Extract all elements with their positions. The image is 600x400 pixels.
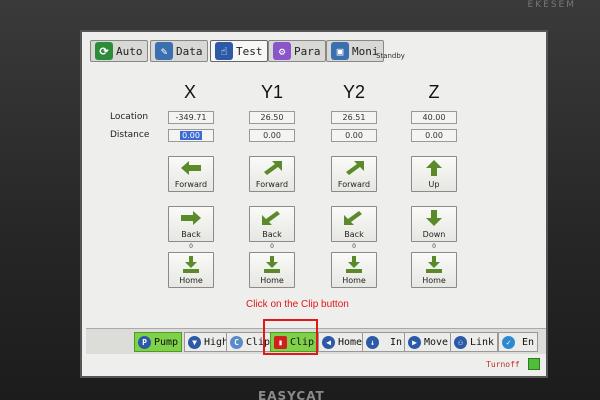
arrow-down-left-icon bbox=[262, 211, 280, 225]
home-arrow-icon: ◀ bbox=[322, 335, 335, 349]
z-down-button[interactable]: Down bbox=[411, 206, 457, 242]
zero-label-y1: 0 bbox=[270, 243, 274, 250]
tab-label: Moni bbox=[352, 44, 379, 58]
axis-header-x: X bbox=[183, 82, 196, 102]
clip-icon: C bbox=[230, 335, 243, 349]
home-down-icon bbox=[183, 256, 199, 273]
distance-field-y2[interactable]: 0.00 bbox=[331, 129, 377, 142]
arrow-left-icon bbox=[181, 161, 201, 175]
tab-label: Test bbox=[236, 44, 263, 58]
location-field-y1: 26.50 bbox=[249, 111, 295, 124]
pin-icon: ▼ bbox=[188, 335, 201, 349]
y2-forward-button[interactable]: Forward bbox=[331, 156, 377, 192]
distance-field-z[interactable]: 0.00 bbox=[411, 129, 457, 142]
home-button[interactable]: ◀ Home bbox=[318, 332, 367, 352]
distance-field-x[interactable]: 0.00 bbox=[168, 129, 214, 142]
location-field-x: -349.71 bbox=[168, 111, 214, 124]
annotation-highlight-box bbox=[263, 319, 318, 355]
zero-label-x: 0 bbox=[189, 243, 193, 250]
enable-button[interactable]: ✓ En bbox=[498, 332, 539, 352]
y1-back-button[interactable]: Back bbox=[249, 206, 295, 242]
home-down-icon bbox=[264, 256, 280, 273]
home-down-icon bbox=[426, 256, 442, 273]
link-icon: ⚇ bbox=[454, 335, 467, 349]
location-label: Location bbox=[110, 112, 149, 122]
y2-home-button[interactable]: Home bbox=[331, 252, 377, 288]
status-text: Standby bbox=[376, 52, 405, 60]
hand-icon: ☝ bbox=[215, 42, 233, 60]
y2-back-button[interactable]: Back bbox=[331, 206, 377, 242]
tab-test[interactable]: ☝ Test bbox=[210, 40, 268, 62]
move-button[interactable]: ▶ Move bbox=[404, 332, 453, 352]
pump-button[interactable]: P Pump bbox=[134, 332, 183, 352]
tab-bar: ⟳ Auto ✎ Data ☝ Test ⚙ Para ▣ Moni Stand… bbox=[90, 38, 542, 64]
home-down-icon bbox=[346, 256, 362, 273]
distance-label: Distance bbox=[110, 130, 150, 140]
arrow-right-icon bbox=[181, 211, 201, 225]
tab-label: Data bbox=[176, 44, 203, 58]
high-button[interactable]: ▼ High bbox=[184, 332, 233, 352]
zero-label-z: 0 bbox=[432, 243, 436, 250]
turnoff-label: Turnoff bbox=[486, 360, 520, 369]
arrow-up-right-icon bbox=[346, 161, 364, 175]
brand-logo-bottom: EASYCAT bbox=[258, 389, 325, 400]
location-field-z: 40.00 bbox=[411, 111, 457, 124]
para-icon: ⚙ bbox=[273, 42, 291, 60]
x-back-button[interactable]: Back bbox=[168, 206, 214, 242]
tab-para[interactable]: ⚙ Para bbox=[268, 40, 326, 62]
auto-icon: ⟳ bbox=[95, 42, 113, 60]
move-icon: ▶ bbox=[408, 335, 421, 349]
y1-home-button[interactable]: Home bbox=[249, 252, 295, 288]
axis-header-y2: Y2 bbox=[342, 82, 366, 102]
arrow-up-icon bbox=[426, 160, 442, 176]
link-button[interactable]: ⚇ Link bbox=[450, 332, 499, 352]
x-forward-button[interactable]: Forward bbox=[168, 156, 214, 192]
axis-header-y1: Y1 bbox=[260, 82, 284, 102]
tab-label: Auto bbox=[116, 44, 143, 58]
pump-icon: P bbox=[138, 335, 151, 349]
x-home-button[interactable]: Home bbox=[168, 252, 214, 288]
axis-header-z: Z bbox=[428, 82, 440, 102]
z-up-button[interactable]: Up bbox=[411, 156, 457, 192]
annotation-text: Click on the Clip button bbox=[246, 299, 349, 310]
arrow-down-icon bbox=[426, 210, 442, 226]
tab-data[interactable]: ✎ Data bbox=[150, 40, 208, 62]
z-home-button[interactable]: Home bbox=[411, 252, 457, 288]
monitor-icon: ▣ bbox=[331, 42, 349, 60]
location-field-y2: 26.51 bbox=[331, 111, 377, 124]
arrow-down-left-icon bbox=[344, 211, 362, 225]
tab-moni[interactable]: ▣ Moni bbox=[326, 40, 384, 62]
in-icon: ↓ bbox=[366, 335, 379, 349]
arrow-up-right-icon bbox=[264, 161, 282, 175]
brand-logo-top: EKESEM bbox=[527, 0, 576, 10]
data-icon: ✎ bbox=[155, 42, 173, 60]
status-led bbox=[528, 358, 540, 370]
check-icon: ✓ bbox=[502, 335, 515, 349]
tab-auto[interactable]: ⟳ Auto bbox=[90, 40, 148, 62]
distance-field-y1[interactable]: 0.00 bbox=[249, 129, 295, 142]
zero-label-y2: 0 bbox=[352, 243, 356, 250]
in-button[interactable]: ↓ In bbox=[362, 332, 407, 352]
tab-label: Para bbox=[294, 44, 321, 58]
y1-forward-button[interactable]: Forward bbox=[249, 156, 295, 192]
